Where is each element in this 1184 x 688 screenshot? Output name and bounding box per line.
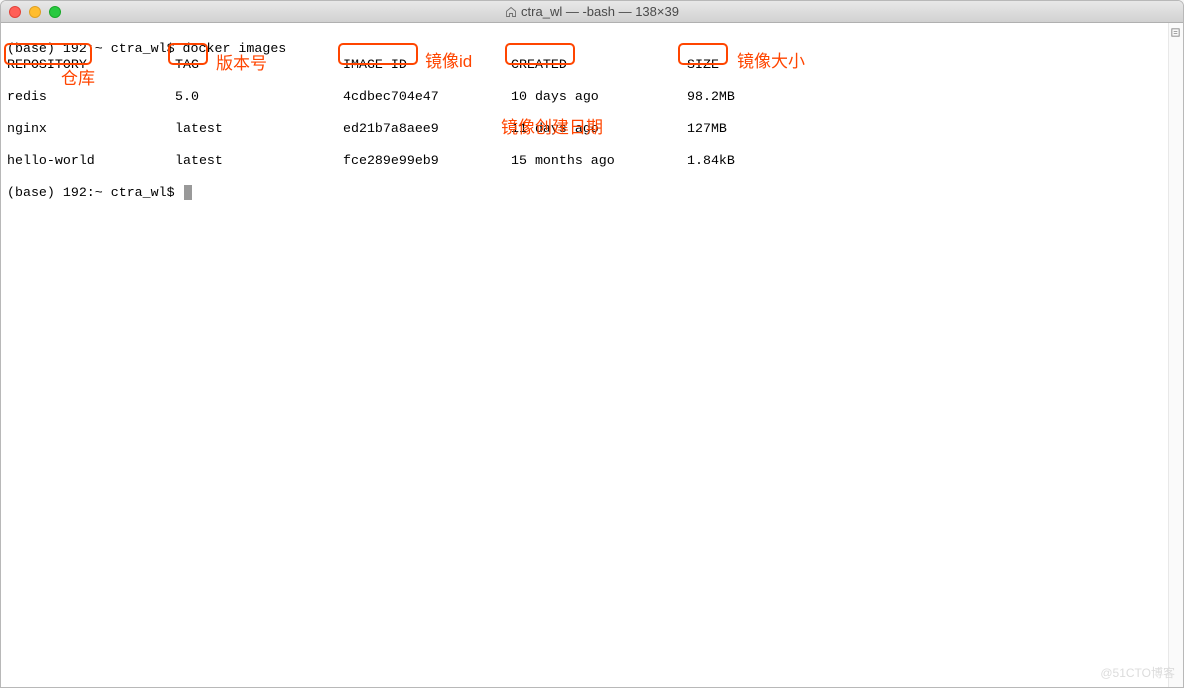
cell-size: 98.2MB — [687, 89, 735, 105]
table-row: hello-worldlatestfce289e99eb915 months a… — [7, 153, 1177, 169]
cell-image-id: ed21b7a8aee9 — [343, 121, 511, 137]
table-row: nginxlatested21b7a8aee911 days ago127MB — [7, 121, 1177, 137]
terminal-content[interactable]: (base) 192:~ ctra_wl$ docker images REPO… — [1, 23, 1183, 687]
header-tag: TAG — [175, 57, 343, 73]
window-title: ctra_wl — -bash — 138×39 — [505, 4, 679, 19]
scroll-indicator-icon — [1170, 25, 1181, 36]
traffic-lights — [9, 6, 61, 18]
cell-tag: latest — [175, 121, 343, 137]
cursor — [184, 185, 192, 200]
maximize-button[interactable] — [49, 6, 61, 18]
cell-created: 10 days ago — [511, 89, 687, 105]
prompt-text: (base) 192:~ ctra_wl$ — [7, 185, 183, 200]
window-titlebar: ctra_wl — -bash — 138×39 — [1, 1, 1183, 23]
cell-size: 1.84kB — [687, 153, 735, 169]
watermark: @51CTO博客 — [1100, 664, 1175, 681]
header-size: SIZE — [687, 57, 719, 73]
header-repository: REPOSITORY — [7, 57, 175, 73]
window-title-text: ctra_wl — -bash — 138×39 — [521, 4, 679, 19]
minimize-button[interactable] — [29, 6, 41, 18]
scrollbar[interactable] — [1168, 23, 1183, 687]
cell-image-id: fce289e99eb9 — [343, 153, 511, 169]
idle-prompt: (base) 192:~ ctra_wl$ — [7, 185, 192, 200]
cell-repository: redis — [7, 89, 175, 105]
table-row: redis5.04cdbec704e4710 days ago98.2MB — [7, 89, 1177, 105]
command-line: (base) 192:~ ctra_wl$ docker images — [7, 41, 286, 56]
home-icon — [505, 6, 517, 18]
close-button[interactable] — [9, 6, 21, 18]
cell-repository: nginx — [7, 121, 175, 137]
cell-created: 15 months ago — [511, 153, 687, 169]
cell-size: 127MB — [687, 121, 727, 137]
cell-image-id: 4cdbec704e47 — [343, 89, 511, 105]
cell-tag: latest — [175, 153, 343, 169]
cell-created: 11 days ago — [511, 121, 687, 137]
header-row: REPOSITORYTAGIMAGE IDCREATEDSIZE — [7, 57, 1177, 73]
terminal-window: ctra_wl — -bash — 138×39 (base) 192:~ ct… — [0, 0, 1184, 688]
cell-repository: hello-world — [7, 153, 175, 169]
header-image-id: IMAGE ID — [343, 57, 511, 73]
cell-tag: 5.0 — [175, 89, 343, 105]
header-created: CREATED — [511, 57, 687, 73]
